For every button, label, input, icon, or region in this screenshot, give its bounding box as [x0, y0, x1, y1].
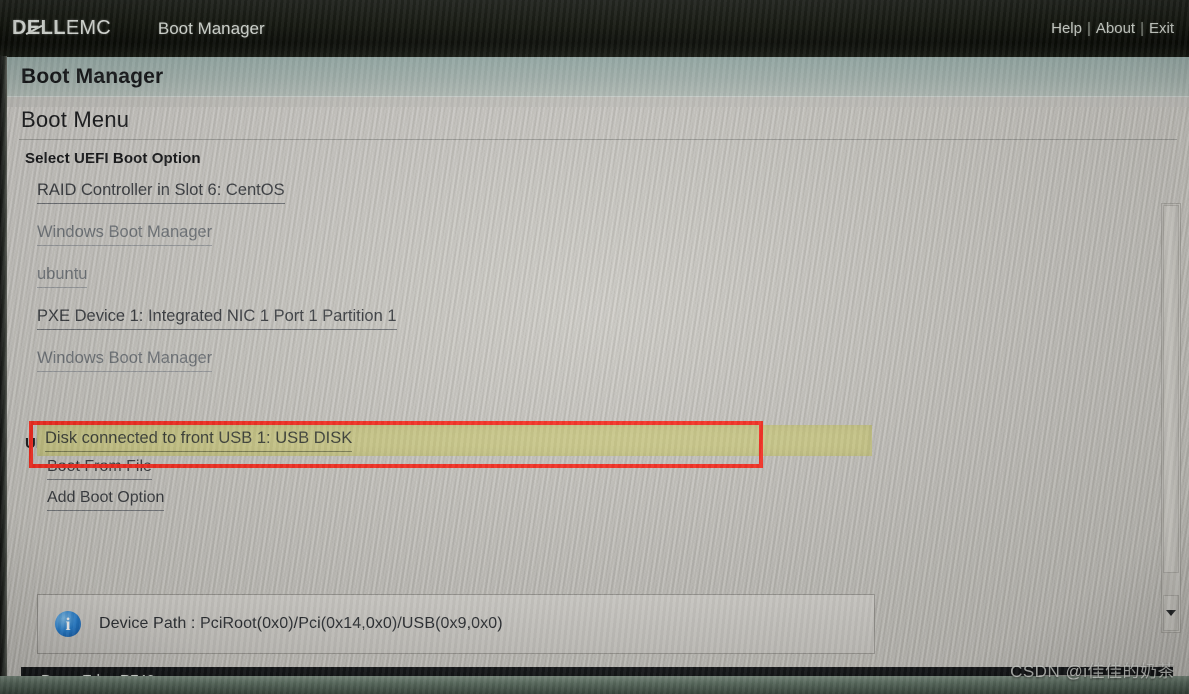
boot-item-windows-boot-manager-2[interactable]: Windows Boot Manager	[37, 347, 467, 377]
scrollbar-thumb[interactable]	[1163, 205, 1179, 573]
header-separator-2: |	[1140, 20, 1144, 37]
window-body: Boot Menu Select UEFI Boot Option RAID C…	[7, 107, 1189, 694]
header-app-title: Boot Manager	[157, 18, 265, 38]
screen-photo: D E LL EMC Boot Manager Help | About | Exit Boo…	[0, 0, 1189, 694]
monitor-bezel-left	[0, 56, 7, 676]
boot-item-raid-controller[interactable]: RAID Controller in Slot 6: CentOS	[37, 179, 467, 209]
brand-dell-slashed-e: E	[26, 17, 41, 39]
window-title-bar: Boot Manager	[7, 57, 1189, 97]
device-path-text: Device Path : PciRoot(0x0)/Pci(0x14,0x0)…	[99, 615, 503, 632]
brand-emc: EMC	[65, 17, 111, 39]
brand-dell-ll: LL	[40, 17, 66, 39]
maintenance-item-add-boot-option[interactable]: Add Boot Option	[47, 489, 192, 511]
help-link[interactable]: Help	[1048, 20, 1085, 37]
selected-boot-row[interactable]: Disk connected to front USB 1: USB DISK	[37, 425, 872, 456]
boot-item-label: Windows Boot Manager	[37, 349, 213, 372]
dell-emc-logo: D E LL EMC	[12, 17, 111, 40]
app-header: D E LL EMC Boot Manager Help | About | Exit	[0, 0, 1189, 57]
boot-item-label: Windows Boot Manager	[37, 223, 213, 246]
page-title: Boot Menu	[21, 107, 130, 132]
boot-item-ubuntu[interactable]: ubuntu	[37, 263, 467, 293]
boot-item-label: ubuntu	[37, 265, 88, 288]
boot-item-label: RAID Controller in Slot 6: CentOS	[37, 181, 285, 204]
boot-item-windows-boot-manager-1[interactable]: Windows Boot Manager	[37, 221, 467, 251]
brand-dell-d: D	[12, 17, 27, 39]
maintenance-list: Boot From File Add Boot Option	[7, 458, 1189, 511]
content-scrollbar[interactable]	[1161, 203, 1181, 633]
maintenance-item-label: Boot From File	[47, 458, 152, 480]
heading-divider	[19, 139, 1177, 140]
boot-option-list: RAID Controller in Slot 6: CentOS Window…	[7, 179, 1189, 377]
exit-link[interactable]: Exit	[1146, 20, 1177, 37]
about-link[interactable]: About	[1093, 20, 1138, 37]
scrollbar-down-button[interactable]	[1163, 595, 1179, 631]
maintenance-item-boot-from-file[interactable]: Boot From File	[47, 458, 182, 480]
boot-option-section-label: Select UEFI Boot Option	[25, 150, 201, 167]
window-title: Boot Manager	[21, 65, 164, 88]
boot-item-label: Disk connected to front USB 1: USB DISK	[45, 429, 353, 452]
boot-item-label: PXE Device 1: Integrated NIC 1 Port 1 Pa…	[37, 307, 397, 330]
boot-item-pxe-device-1[interactable]: PXE Device 1: Integrated NIC 1 Port 1 Pa…	[37, 305, 467, 335]
watermark: CSDN @i佳佳的奶茶	[1010, 662, 1175, 681]
chevron-down-icon	[1166, 610, 1176, 616]
header-links: Help | About | Exit	[1048, 20, 1177, 37]
device-path-info-box: i Device Path : PciRoot(0x0)/Pci(0x14,0x…	[37, 594, 875, 654]
maintenance-item-label: Add Boot Option	[47, 489, 165, 511]
info-icon: i	[55, 611, 81, 637]
header-separator-1: |	[1086, 20, 1091, 37]
boot-manager-window: Boot Manager Boot Menu Select UEFI Boot …	[7, 57, 1189, 694]
boot-item-usb-disk[interactable]: Disk connected to front USB 1: USB DISK	[37, 425, 353, 452]
